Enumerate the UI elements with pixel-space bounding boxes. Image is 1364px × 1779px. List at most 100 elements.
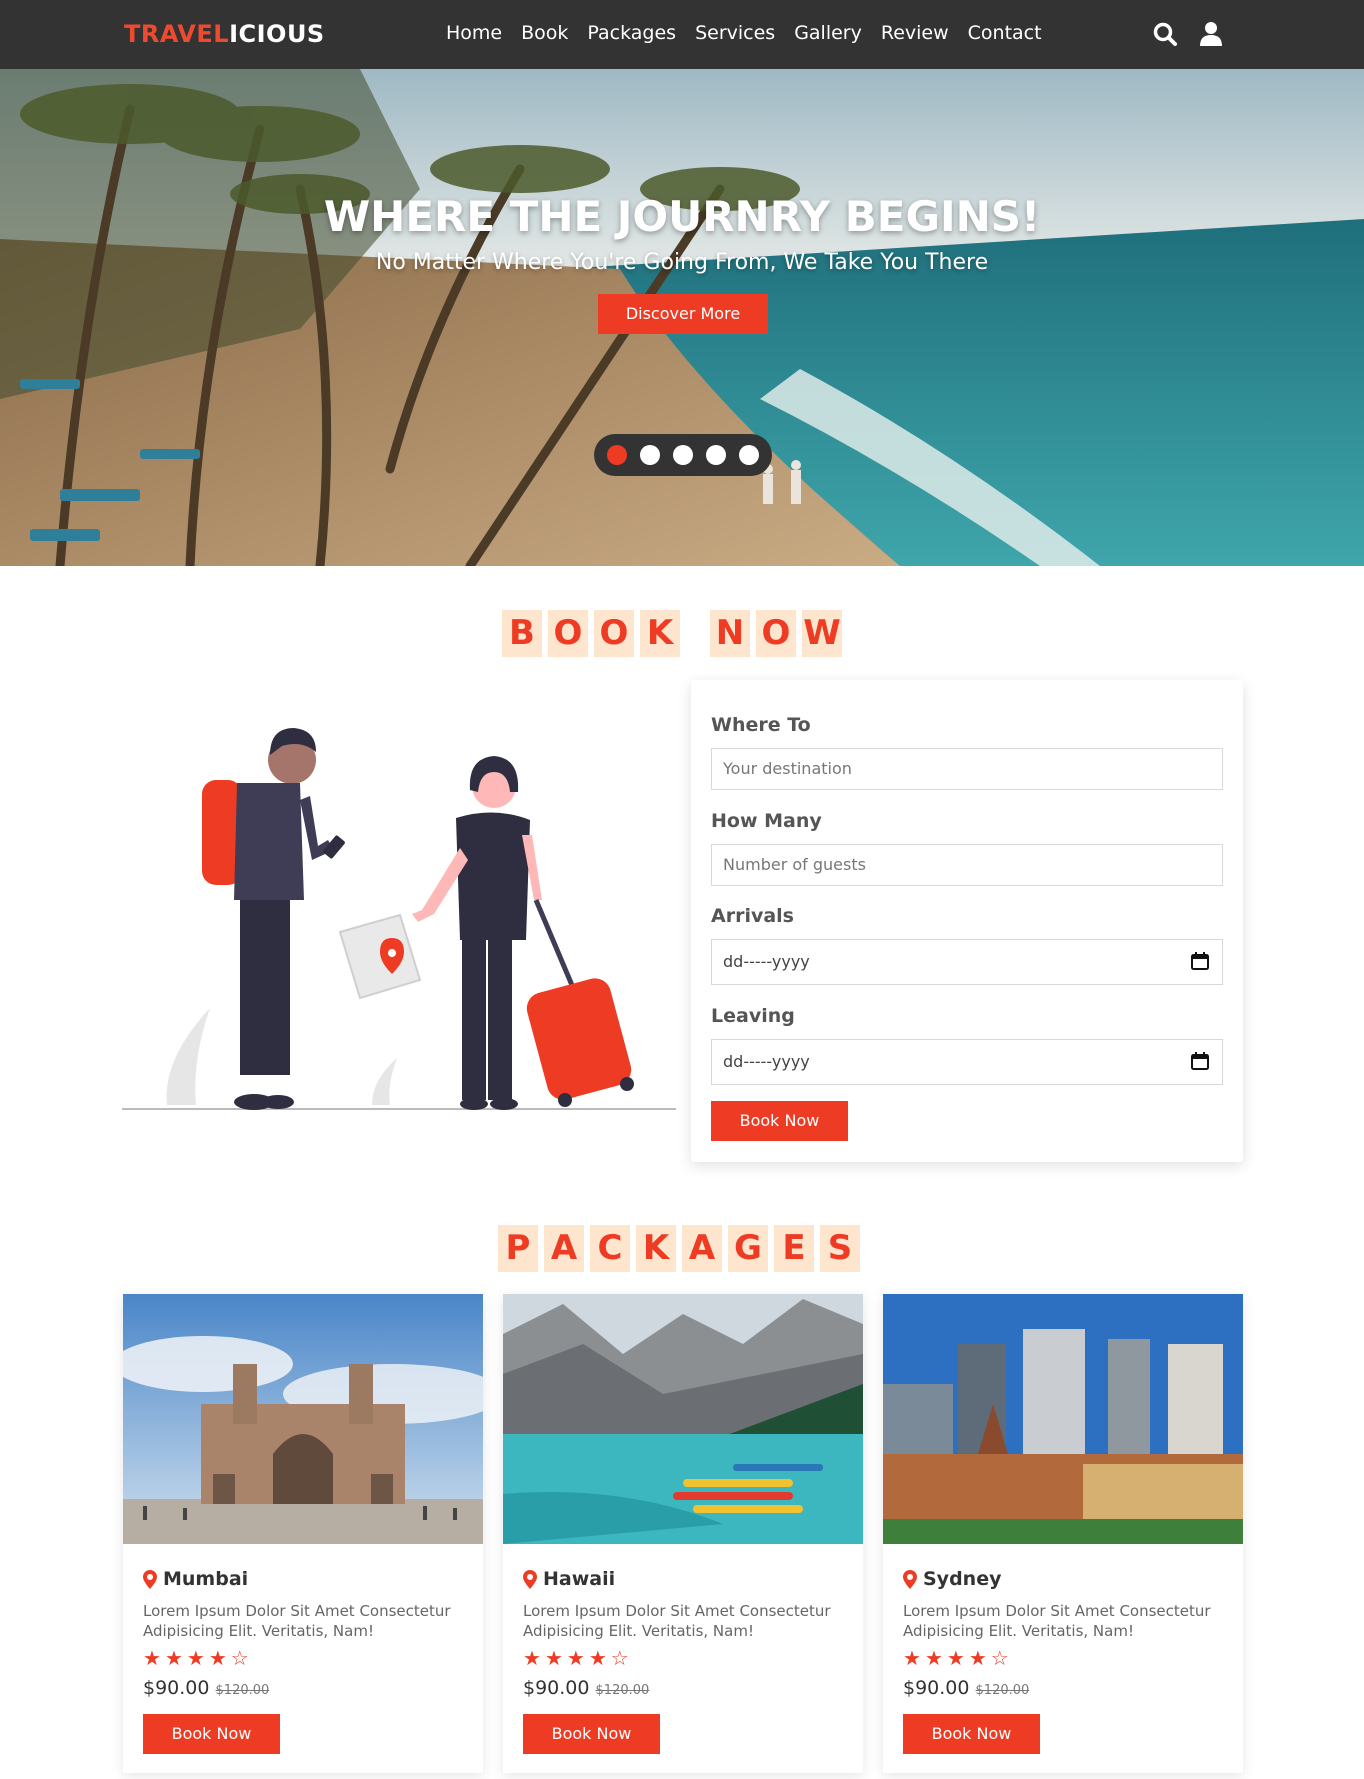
package-price-old: $120.00 — [595, 1683, 650, 1698]
hero-subtitle: No Matter Where You're Going From, We Ta… — [375, 250, 989, 275]
star-empty-icon: ☆ — [610, 1646, 629, 1670]
how-many-label: How Many — [711, 810, 822, 832]
package-place-name: Sydney — [923, 1568, 1002, 1590]
booking-form: Where To Your destination How Many Numbe… — [691, 680, 1243, 1162]
heading-letter: N — [710, 610, 750, 657]
nav-link-contact[interactable]: Contact — [968, 22, 1042, 44]
sydney-image — [883, 1294, 1243, 1544]
package-description: Lorem Ipsum Dolor Sit Amet Consectetur A… — [903, 1602, 1211, 1640]
book-now-heading: BOOKNOW — [502, 610, 842, 657]
calendar-icon[interactable] — [1191, 952, 1209, 970]
heading-letter: O — [594, 610, 634, 657]
brand-logo-text: ICIOUS — [229, 20, 325, 48]
package-place: Sydney — [903, 1568, 1001, 1590]
package-price: $90.00 $120.00 — [523, 1677, 649, 1699]
map-marker-icon — [523, 1569, 537, 1589]
book-now-button[interactable]: Book Now — [523, 1714, 660, 1754]
package-price-current: $90.00 — [523, 1677, 590, 1699]
heading-letter: K — [640, 610, 680, 657]
star-filled-icon: ★ — [968, 1646, 987, 1670]
nav-link-services[interactable]: Services — [695, 22, 775, 44]
star-filled-icon: ★ — [566, 1646, 585, 1670]
star-rating: ★ ★ ★ ★ ☆ — [523, 1648, 629, 1668]
nav-links: Home Book Packages Services Gallery Revi… — [446, 22, 1042, 44]
slider-dot-5[interactable] — [739, 445, 759, 465]
leaving-date-value: dd-----yyyy — [723, 1052, 810, 1071]
nav-link-book[interactable]: Book — [521, 22, 568, 44]
user-icon[interactable] — [1198, 21, 1224, 47]
heading-space — [686, 610, 704, 657]
nav-link-gallery[interactable]: Gallery — [794, 22, 862, 44]
star-rating: ★ ★ ★ ★ ☆ — [143, 1648, 249, 1668]
heading-letter: C — [590, 1225, 630, 1272]
heading-letter: W — [802, 610, 842, 657]
where-to-label: Where To — [711, 714, 811, 736]
star-empty-icon: ☆ — [230, 1646, 249, 1670]
package-card-hawaii: Hawaii Lorem Ipsum Dolor Sit Amet Consec… — [503, 1294, 863, 1773]
destination-input[interactable]: Your destination — [711, 748, 1223, 790]
star-filled-icon: ★ — [588, 1646, 607, 1670]
star-filled-icon: ★ — [924, 1646, 943, 1670]
leaving-label: Leaving — [711, 1005, 795, 1027]
star-rating: ★ ★ ★ ★ ☆ — [903, 1648, 1009, 1668]
heading-letter: G — [728, 1225, 768, 1272]
star-filled-icon: ★ — [143, 1646, 161, 1670]
package-price-current: $90.00 — [143, 1677, 210, 1699]
star-filled-icon: ★ — [208, 1646, 227, 1670]
heading-letter: O — [548, 610, 588, 657]
slider-dot-2[interactable] — [640, 445, 660, 465]
star-filled-icon: ★ — [544, 1646, 563, 1670]
package-price-old: $120.00 — [215, 1683, 270, 1698]
package-place: Hawaii — [523, 1568, 615, 1590]
guests-input[interactable]: Number of guests — [711, 844, 1223, 886]
nav-link-packages[interactable]: Packages — [587, 22, 676, 44]
heading-letter: K — [636, 1225, 676, 1272]
hero-slider: WHERE THE JOURNRY BEGINS! No Matter Wher… — [0, 69, 1364, 566]
package-price-old: $120.00 — [975, 1683, 1030, 1698]
slider-pagination — [594, 434, 772, 476]
nav-link-review[interactable]: Review — [881, 22, 949, 44]
package-place-name: Mumbai — [163, 1568, 249, 1590]
package-description: Lorem Ipsum Dolor Sit Amet Consectetur A… — [523, 1602, 831, 1640]
star-empty-icon: ☆ — [990, 1646, 1009, 1670]
heading-letter: E — [774, 1225, 814, 1272]
heading-letter: P — [498, 1225, 538, 1272]
brand-logo-accent: TRAVEL — [124, 20, 230, 48]
heading-letter: A — [682, 1225, 722, 1272]
navbar: TRAVELICIOUS Home Book Packages Services… — [0, 0, 1364, 69]
package-place: Mumbai — [143, 1568, 248, 1590]
calendar-icon[interactable] — [1191, 1052, 1209, 1070]
arrivals-date-input[interactable]: dd-----yyyy — [711, 939, 1223, 985]
heading-letter: A — [544, 1225, 584, 1272]
brand-logo[interactable]: TRAVELICIOUS — [124, 20, 325, 48]
book-now-submit-button[interactable]: Book Now — [711, 1101, 848, 1141]
search-icon[interactable] — [1152, 21, 1178, 47]
slider-dot-1[interactable] — [607, 445, 627, 465]
package-description: Lorem Ipsum Dolor Sit Amet Consectetur A… — [143, 1602, 451, 1640]
travelers-illustration — [122, 728, 676, 1110]
book-now-button[interactable]: Book Now — [903, 1714, 1040, 1754]
packages-heading: PACKAGES — [498, 1225, 860, 1272]
package-price-current: $90.00 — [903, 1677, 970, 1699]
map-marker-icon — [143, 1569, 157, 1589]
heading-letter: B — [502, 610, 542, 657]
package-price: $90.00 $120.00 — [143, 1677, 269, 1699]
star-filled-icon: ★ — [186, 1646, 205, 1670]
map-marker-icon — [903, 1569, 917, 1589]
nav-icons — [1152, 21, 1224, 47]
discover-more-button[interactable]: Discover More — [598, 294, 768, 334]
slider-dot-3[interactable] — [673, 445, 693, 465]
package-place-name: Hawaii — [543, 1568, 616, 1590]
book-now-button[interactable]: Book Now — [143, 1714, 280, 1754]
hero-title: WHERE THE JOURNRY BEGINS! — [323, 192, 1041, 241]
slider-dot-4[interactable] — [706, 445, 726, 465]
nav-link-home[interactable]: Home — [446, 22, 502, 44]
arrivals-label: Arrivals — [711, 905, 794, 927]
hawaii-image — [503, 1294, 863, 1544]
mumbai-image — [123, 1294, 483, 1544]
leaving-date-input[interactable]: dd-----yyyy — [711, 1039, 1223, 1085]
heading-letter: S — [820, 1225, 860, 1272]
arrivals-date-value: dd-----yyyy — [723, 952, 810, 971]
package-card-sydney: Sydney Lorem Ipsum Dolor Sit Amet Consec… — [883, 1294, 1243, 1773]
star-filled-icon: ★ — [164, 1646, 183, 1670]
